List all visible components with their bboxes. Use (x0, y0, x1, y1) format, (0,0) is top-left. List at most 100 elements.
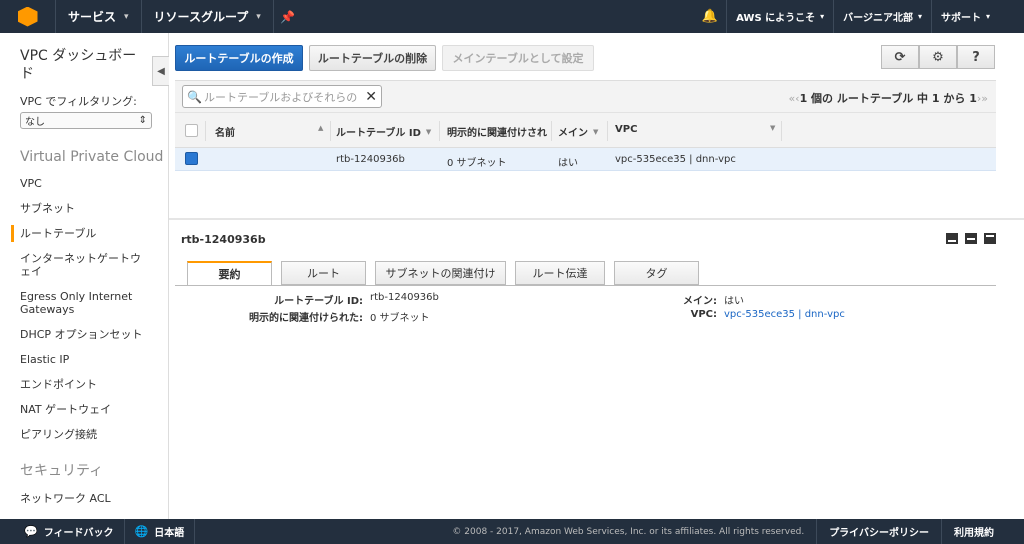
sort-icon[interactable]: ▼ (765, 124, 775, 132)
aws-logo[interactable] (0, 0, 56, 33)
sidebar-item-internet-gateways[interactable]: インターネットゲートウェイ (20, 252, 150, 278)
column-header-vpc[interactable]: VPC (615, 124, 637, 135)
row-checkbox[interactable] (185, 152, 198, 165)
field-route-table-id: ルートテーブル ID: rtb-1240936b (181, 292, 439, 307)
sort-icon: ▼ (425, 127, 432, 136)
column-name-label: 名前 (215, 128, 235, 139)
region-menu[interactable]: バージニア北部 ▾ (834, 0, 932, 33)
pane-splitter[interactable] (169, 218, 1024, 220)
last-page-icon[interactable]: » (981, 92, 988, 105)
chevron-down-icon: ▾ (985, 12, 990, 21)
column-assoc-label: 明示的に関連付けされた (447, 128, 547, 139)
support-menu[interactable]: サポート ▾ (932, 0, 1024, 33)
pagination-text: 1 個の ルートテーブル 中 1 から 1 (799, 92, 977, 105)
layout-split-icon[interactable] (965, 233, 977, 244)
cell-assoc: 0 サブネット (447, 158, 507, 169)
cell-id: rtb-1240936b (336, 154, 405, 165)
language-label: 日本語 (154, 528, 185, 539)
column-header-id[interactable]: ルートテーブル ID ▼ (336, 124, 432, 140)
field-id-label: ルートテーブル ID: (274, 296, 363, 307)
sidebar-item-network-acl[interactable]: ネットワーク ACL (20, 492, 150, 505)
detail-title: rtb-1240936b (181, 233, 266, 246)
chevron-down-icon: ▾ (820, 12, 825, 21)
help-button[interactable]: ? (957, 45, 995, 69)
region-label: バージニア北部 (843, 13, 913, 24)
tab-routes[interactable]: ルート (281, 261, 366, 285)
tab-tags[interactable]: タグ (614, 261, 699, 285)
pin-icon[interactable]: 📌 (274, 0, 302, 33)
sidebar-item-nat-gateways[interactable]: NAT ゲートウェイ (20, 403, 150, 416)
sidebar-item-elastic-ip[interactable]: Elastic IP (20, 353, 150, 366)
delete-route-table-button[interactable]: ルートテーブルの削除 (309, 45, 436, 71)
resource-groups-label: リソースグループ (153, 10, 249, 24)
sidebar-item-egress-only-gateways[interactable]: Egress Only Internet Gateways (20, 290, 150, 316)
search-input[interactable]: 🔍 ルートテーブルおよびそれらの ✕ (182, 85, 382, 108)
select-arrows-icon: ⇕ (138, 115, 147, 126)
field-id-value: rtb-1240936b (370, 292, 439, 303)
cell-main: はい (558, 158, 578, 169)
column-main-label: メイン (558, 128, 588, 139)
cell-vpc: vpc-535ece35 | dnn-vpc (615, 154, 736, 165)
resource-groups-menu[interactable]: リソースグループ ▾ (142, 0, 274, 33)
column-header-main[interactable]: メイン ▼ (558, 124, 599, 140)
chevron-down-icon: ▾ (124, 11, 129, 22)
table-header: 名前 ▲ ルートテーブル ID ▼ 明示的に関連付けされた メイン ▼ VPC ▼ (175, 112, 996, 148)
create-route-table-button[interactable]: ルートテーブルの作成 (175, 45, 303, 71)
select-all-checkbox[interactable] (185, 124, 198, 137)
privacy-policy-link[interactable]: プライバシーポリシー (816, 519, 941, 544)
vpc-filter-select[interactable]: なし ⇕ (20, 112, 152, 129)
vpc-filter-value: なし (25, 117, 45, 128)
support-label: サポート (940, 13, 981, 24)
user-menu[interactable]: AWS にようこそ ▾ (727, 0, 835, 33)
field-main-value: はい (724, 296, 744, 307)
collapse-sidebar-button[interactable]: ◀ (152, 56, 169, 86)
services-label: サービス (68, 10, 117, 24)
vpc-filter-label: VPC でフィルタリング: (20, 95, 137, 108)
layout-top-icon[interactable] (984, 233, 996, 244)
table-row[interactable]: rtb-1240936b 0 サブネット はい vpc-535ece35 | d… (175, 148, 996, 171)
terms-link[interactable]: 利用規約 (941, 519, 1024, 544)
language-selector[interactable]: 🌐 日本語 (125, 519, 196, 544)
tab-route-propagation[interactable]: ルート伝達 (515, 261, 605, 285)
speech-bubble-icon: 💬 (24, 525, 38, 538)
field-vpc-link[interactable]: vpc-535ece35 | dnn-vpc (724, 309, 845, 320)
sidebar: VPC ダッシュボード VPC でフィルタリング: なし ⇕ Virtual Pr… (0, 33, 169, 519)
top-navigation-bar: サービス ▾ リソースグループ ▾ 📌 🔔 AWS にようこそ ▾ バージニア北部 ▾ … (0, 0, 1024, 33)
sidebar-item-vpc[interactable]: VPC (20, 177, 150, 190)
copyright-text: © 2008 - 2017, Amazon Web Services, Inc.… (452, 526, 805, 537)
column-header-assoc[interactable]: 明示的に関連付けされた (447, 124, 547, 139)
column-header-name[interactable]: 名前 (215, 124, 235, 139)
services-menu[interactable]: サービス ▾ (56, 0, 142, 33)
pagination: « ‹ 1 個の ルートテーブル 中 1 から 1 › » (788, 90, 988, 106)
chevron-left-icon: ◀ (157, 65, 165, 77)
user-label: AWS にようこそ (736, 13, 816, 24)
help-icon: ? (972, 49, 980, 65)
feedback-button[interactable]: 💬 フィードバック (0, 519, 125, 544)
field-assoc-value: 0 サブネット (370, 313, 430, 324)
sidebar-item-peering[interactable]: ピアリング接続 (20, 428, 150, 441)
sidebar-item-subnets[interactable]: サブネット (20, 202, 150, 215)
sidebar-item-endpoints[interactable]: エンドポイント (20, 378, 150, 391)
tab-subnet-associations[interactable]: サブネットの関連付け (375, 261, 506, 285)
sort-icon: ▼ (593, 127, 599, 136)
main-content: ルートテーブルの作成 ルートテーブルの削除 メインテーブルとして設定 ⟳ ⚙ ?… (169, 33, 1024, 519)
bell-icon[interactable]: 🔔 (693, 0, 728, 33)
table-toolbar: 🔍 ルートテーブルおよびそれらの ✕ « ‹ 1 個の ルートテーブル 中 1 … (175, 80, 996, 112)
sidebar-item-dhcp-options[interactable]: DHCP オプションセット (20, 328, 150, 341)
field-vpc: VPC: vpc-535ece35 | dnn-vpc (599, 309, 845, 320)
sidebar-title[interactable]: VPC ダッシュボード (20, 47, 145, 83)
sort-asc-icon[interactable]: ▲ (313, 124, 323, 132)
gear-icon: ⚙ (932, 49, 944, 65)
tab-summary[interactable]: 要約 (187, 261, 272, 286)
feedback-label: フィードバック (43, 528, 114, 539)
clear-search-icon[interactable]: ✕ (365, 89, 377, 105)
refresh-button[interactable]: ⟳ (881, 45, 919, 69)
set-main-table-button[interactable]: メインテーブルとして設定 (442, 45, 594, 71)
layout-toggle (946, 233, 996, 244)
layout-bottom-icon[interactable] (946, 233, 958, 244)
sidebar-item-route-tables[interactable]: ルートテーブル (11, 225, 150, 242)
column-vpc-label: VPC (615, 124, 638, 135)
search-placeholder: ルートテーブルおよびそれらの (203, 90, 358, 104)
settings-button[interactable]: ⚙ (919, 45, 957, 69)
first-page-icon[interactable]: « (788, 92, 795, 105)
